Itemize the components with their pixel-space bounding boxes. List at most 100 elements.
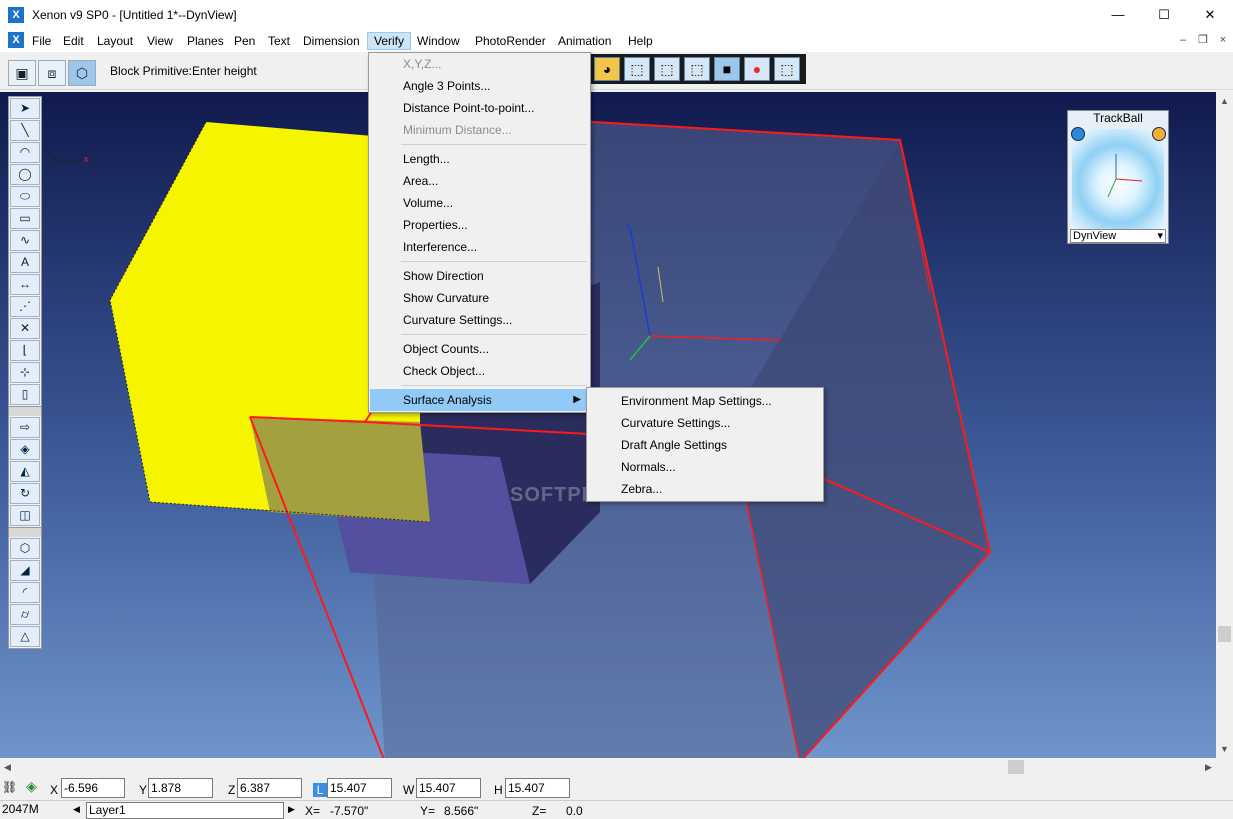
shaded-button[interactable]: ■ (714, 57, 740, 81)
menu-item-show-direction[interactable]: Show Direction (370, 265, 589, 287)
menu-item-interference[interactable]: Interference... (370, 236, 589, 258)
fillet-icon[interactable]: ◜ (10, 582, 40, 603)
snap-object-button[interactable]: ⧈ (38, 60, 66, 86)
cone-icon[interactable]: △ (10, 626, 40, 647)
menu-item-object-counts[interactable]: Object Counts... (370, 338, 589, 360)
mdi-close-button[interactable]: × (1216, 33, 1230, 47)
menu-item-check-object[interactable]: Check Object... (370, 360, 589, 382)
layer-next-icon[interactable]: ▶ (288, 804, 295, 815)
width-input[interactable]: 15.407 (416, 778, 481, 798)
snap-3d-button[interactable]: ⬡ (68, 60, 96, 86)
select-arrow-icon[interactable]: ➤ (10, 98, 40, 119)
menu-file[interactable]: File (26, 32, 57, 50)
render-light-button[interactable]: ◕ (594, 57, 620, 81)
hidden-line-button[interactable]: ⬚ (654, 57, 680, 81)
arc-3pt-icon[interactable]: ◠ (10, 142, 40, 163)
dimension-icon[interactable]: ↔ (10, 274, 40, 295)
menu-help[interactable]: Help (622, 32, 659, 50)
trackball-control[interactable] (1072, 129, 1164, 239)
horizontal-scroll-thumb[interactable] (1008, 760, 1024, 774)
submenu-item-zebra[interactable]: Zebra... (588, 478, 822, 500)
spline-icon[interactable]: ∿ (10, 230, 40, 251)
menu-photorender[interactable]: PhotoRender (469, 32, 552, 50)
y-coord-input[interactable]: 1.878 (148, 778, 213, 798)
transparent-button[interactable]: ⬚ (774, 57, 800, 81)
mdi-restore-button[interactable]: ❐ (1196, 33, 1210, 47)
menu-item-properties[interactable]: Properties... (370, 214, 589, 236)
move-icon[interactable]: ⊹ (10, 362, 40, 383)
minimize-button[interactable]: — (1095, 0, 1141, 30)
menu-view[interactable]: View (141, 32, 179, 50)
status-bar: 2047M 2047M ◀ Layer1 ▶ X= -7.570" Y= 8.5… (0, 800, 1233, 819)
menu-text[interactable]: Text (262, 32, 296, 50)
ucs-cube-icon[interactable]: ◈ (26, 778, 37, 795)
document-icon[interactable]: X (8, 32, 24, 48)
scroll-down-icon[interactable]: ▼ (1220, 744, 1229, 754)
submenu-item-draft-angle-settings[interactable]: Draft Angle Settings (588, 434, 822, 456)
rectangle-icon[interactable]: ▭ (10, 208, 40, 229)
text-icon[interactable]: A (10, 252, 40, 273)
scroll-up-icon[interactable]: ▲ (1220, 96, 1229, 106)
height-input[interactable]: 15.407 (505, 778, 570, 798)
submenu-item-curvature-settings[interactable]: Curvature Settings... (588, 412, 822, 434)
wedge-icon[interactable]: ◢ (10, 560, 40, 581)
circle-icon[interactable]: ◯ (10, 164, 40, 185)
horizontal-scrollbar[interactable]: ◀ ▶ (0, 758, 1233, 776)
loft-icon[interactable]: ◭ (10, 461, 40, 482)
menu-layout[interactable]: Layout (91, 32, 139, 50)
mdi-minimize-button[interactable]: – (1176, 33, 1190, 47)
link-icon[interactable]: ⛓ (2, 780, 17, 794)
menu-planes[interactable]: Planes (181, 32, 230, 50)
box-icon[interactable]: ⬡ (10, 538, 40, 559)
scroll-right-icon[interactable]: ▶ (1205, 762, 1212, 773)
scale-icon[interactable]: ▯ (10, 384, 40, 405)
length-input[interactable]: 15.407 (327, 778, 392, 798)
extrude-icon[interactable]: ⇨ (10, 417, 40, 438)
menu-item-xyz[interactable]: X,Y,Z... (370, 53, 589, 75)
menu-animation[interactable]: Animation (552, 32, 617, 50)
outline-button[interactable]: ⬚ (684, 57, 710, 81)
menu-item-surface-analysis[interactable]: Surface Analysis ▶ (370, 389, 589, 411)
maximize-button[interactable]: ☐ (1141, 0, 1187, 30)
menu-item-distance-point-to-point[interactable]: Distance Point-to-point... (370, 97, 589, 119)
vertical-scroll-thumb[interactable] (1218, 626, 1231, 642)
cylinder-icon[interactable]: ⌭ (10, 604, 40, 625)
menu-edit[interactable]: Edit (57, 32, 90, 50)
sweep-icon[interactable]: ◈ (10, 439, 40, 460)
wireframe-button[interactable]: ⬚ (624, 57, 650, 81)
x-coord-input[interactable]: -6.596 (61, 778, 125, 798)
point-icon[interactable]: ⋰ (10, 296, 40, 317)
render-button[interactable]: ● (744, 57, 770, 81)
trim-icon[interactable]: ✕ (10, 318, 40, 339)
menu-item-minimum-distance[interactable]: Minimum Distance... (370, 119, 589, 141)
close-button[interactable]: ✕ (1187, 0, 1233, 30)
scroll-left-icon[interactable]: ◀ (4, 762, 11, 773)
trackball-home-icon[interactable] (1152, 127, 1166, 141)
chamfer-icon[interactable]: ⌊ (10, 340, 40, 361)
app-icon[interactable]: X (8, 7, 24, 23)
menu-verify[interactable]: Verify (367, 32, 412, 50)
menu-item-area[interactable]: Area... (370, 170, 589, 192)
chevron-down-icon: ▾ (1157, 230, 1163, 242)
menu-dimension[interactable]: Dimension (297, 32, 366, 50)
vertical-scrollbar[interactable]: ▲ ▼ (1216, 92, 1233, 758)
menu-item-angle-3-points[interactable]: Angle 3 Points... (370, 75, 589, 97)
shell-icon[interactable]: ◫ (10, 505, 40, 526)
trackball-down-icon[interactable] (1071, 127, 1085, 141)
menu-item-show-curvature[interactable]: Show Curvature (370, 287, 589, 309)
menu-pen[interactable]: Pen (228, 32, 261, 50)
line-icon[interactable]: ╲ (10, 120, 40, 141)
ellipse-icon[interactable]: ⬭ (10, 186, 40, 207)
trackball-view-select[interactable]: DynView ▾ (1070, 229, 1166, 243)
layer-select[interactable]: Layer1 (86, 802, 284, 819)
menu-window[interactable]: Window (411, 32, 466, 50)
menu-item-volume[interactable]: Volume... (370, 192, 589, 214)
snap-grid-button[interactable]: ▣ (8, 60, 36, 86)
revolve-icon[interactable]: ↻ (10, 483, 40, 504)
z-coord-input[interactable]: 6.387 (237, 778, 302, 798)
menu-item-length[interactable]: Length... (370, 148, 589, 170)
submenu-item-normals[interactable]: Normals... (588, 456, 822, 478)
submenu-item-environment-map-settings[interactable]: Environment Map Settings... (588, 390, 822, 412)
menu-item-curvature-settings[interactable]: Curvature Settings... (370, 309, 589, 331)
layer-prev-icon[interactable]: ◀ (73, 804, 80, 815)
